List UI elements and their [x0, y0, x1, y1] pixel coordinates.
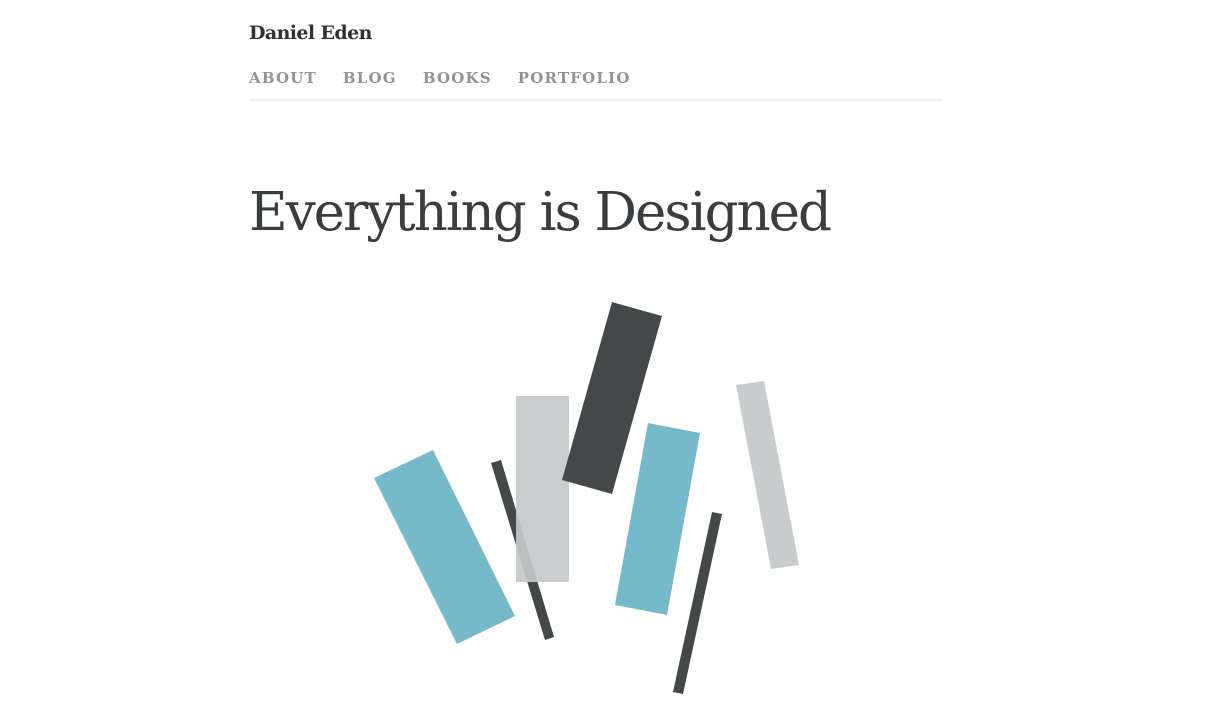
- nav-item-blog[interactable]: BLOG: [343, 70, 397, 99]
- dark-bar-top: [562, 302, 662, 494]
- dark-thin-bar-right: [673, 512, 722, 694]
- gray-bar-right: [736, 381, 799, 569]
- nav-item-about[interactable]: ABOUT: [249, 70, 317, 99]
- blue-bar-left: [374, 450, 515, 644]
- dark-thin-bar-left: [491, 460, 554, 640]
- nav-item-books[interactable]: BOOKS: [423, 70, 492, 99]
- gray-bar-center: [516, 396, 569, 582]
- blue-bar-right: [615, 423, 700, 615]
- nav-item-portfolio[interactable]: PORTFOLIO: [518, 70, 631, 99]
- hero-illustration: [374, 302, 799, 694]
- site-title[interactable]: Daniel Eden: [249, 22, 372, 44]
- hero-title: Everything is Designed: [249, 182, 832, 243]
- main-nav: ABOUT BLOG BOOKS PORTFOLIO: [249, 70, 943, 101]
